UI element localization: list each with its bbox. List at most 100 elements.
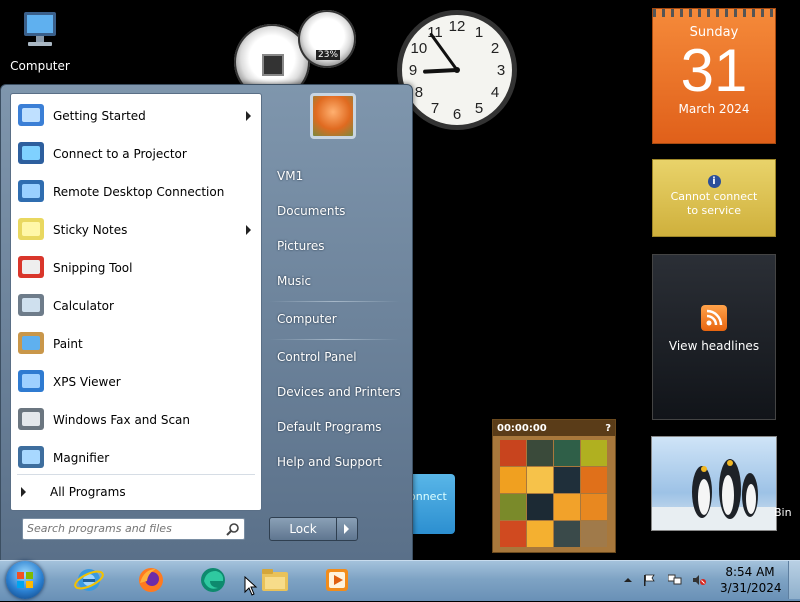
clock-numeral: 7 xyxy=(431,100,439,117)
start-link-separator xyxy=(269,339,399,340)
start-link-control-panel[interactable]: Control Panel xyxy=(277,350,357,364)
puzzle-tile[interactable] xyxy=(527,440,553,466)
weather-gadget[interactable]: i Cannot connect to service xyxy=(652,159,776,237)
all-programs-arrow-icon xyxy=(21,487,26,497)
puzzle-toolbar: 00:00:00 ? xyxy=(493,420,615,436)
taskbar-date: 3/31/2024 xyxy=(720,581,782,595)
start-link-devices-printers[interactable]: Devices and Printers xyxy=(277,385,401,399)
clock-gadget[interactable]: 1234567891011 12 xyxy=(395,8,519,132)
internet-explorer-icon[interactable] xyxy=(72,563,106,597)
paint-icon xyxy=(15,328,47,360)
lock-button[interactable]: Lock xyxy=(269,517,337,541)
snipping-tool-icon xyxy=(15,252,47,284)
program-item[interactable]: Snipping Tool xyxy=(11,250,261,286)
clock-numeral: 3 xyxy=(497,62,505,79)
puzzle-tile[interactable] xyxy=(554,494,580,520)
program-item-label: Remote Desktop Connection xyxy=(53,185,225,199)
search-input[interactable] xyxy=(23,519,221,537)
media-player-icon[interactable] xyxy=(320,563,354,597)
search-icon[interactable] xyxy=(226,522,240,536)
puzzle-tile[interactable] xyxy=(554,467,580,493)
submenu-arrow-icon[interactable] xyxy=(246,225,251,235)
program-item[interactable]: Connect to a Projector xyxy=(11,136,261,172)
taskbar-clock[interactable]: 8:54 AM 3/31/2024 xyxy=(720,565,782,595)
picture-puzzle-gadget[interactable]: 00:00:00 ? xyxy=(492,419,616,553)
puzzle-tile[interactable] xyxy=(500,467,526,493)
shutdown-options-button[interactable] xyxy=(336,517,358,541)
rss-icon xyxy=(701,305,727,331)
clock-numeral: 2 xyxy=(491,40,499,57)
puzzle-tile[interactable] xyxy=(554,440,580,466)
start-search-box[interactable] xyxy=(22,518,245,540)
start-link-documents[interactable]: Documents xyxy=(277,204,345,218)
program-item[interactable]: Remote Desktop Connection xyxy=(11,174,261,210)
show-hidden-icons-button[interactable] xyxy=(622,574,634,586)
all-programs-button[interactable]: All Programs xyxy=(15,483,255,503)
clock-numeral: 4 xyxy=(491,84,499,101)
puzzle-tile[interactable] xyxy=(581,494,607,520)
start-button[interactable] xyxy=(6,561,44,599)
program-item[interactable]: Windows Fax and Scan xyxy=(11,402,261,438)
puzzle-tile[interactable] xyxy=(500,521,526,547)
calendar-gadget[interactable]: Sunday 31 March 2024 xyxy=(652,8,776,144)
puzzle-tile[interactable] xyxy=(500,440,526,466)
program-item[interactable]: Calculator xyxy=(11,288,261,324)
volume-muted-icon[interactable] xyxy=(692,574,706,586)
puzzle-tile[interactable] xyxy=(500,494,526,520)
puzzle-tile[interactable] xyxy=(527,494,553,520)
windows-logo-icon xyxy=(17,572,33,588)
program-item[interactable]: XPS Viewer xyxy=(11,364,261,400)
all-programs-label: All Programs xyxy=(50,485,126,499)
program-item-label: Calculator xyxy=(53,299,114,313)
start-link-computer[interactable]: Computer xyxy=(277,312,337,326)
projector-icon xyxy=(15,138,47,170)
program-item-label: Connect to a Projector xyxy=(53,147,187,161)
clock-numeral: 6 xyxy=(453,106,461,123)
start-link-user[interactable]: VM1 xyxy=(277,169,303,183)
show-desktop-button[interactable] xyxy=(788,561,800,599)
program-item[interactable]: Getting Started xyxy=(11,98,261,134)
puzzle-tile[interactable] xyxy=(527,467,553,493)
puzzle-tile[interactable] xyxy=(581,440,607,466)
program-item-label: Snipping Tool xyxy=(53,261,133,275)
firefox-icon[interactable] xyxy=(134,563,168,597)
recycle-bin-label: Bin xyxy=(774,506,792,519)
start-link-help-support[interactable]: Help and Support xyxy=(277,455,382,469)
taskbar-time: 8:54 AM xyxy=(725,565,775,579)
connect-label: onnect xyxy=(409,490,447,503)
puzzle-tile[interactable] xyxy=(581,521,607,547)
clock-hour-hand xyxy=(423,68,459,74)
puzzle-tile[interactable] xyxy=(527,521,553,547)
calendar-month: March 2024 xyxy=(678,102,750,116)
network-icon[interactable] xyxy=(667,574,682,586)
puzzle-grid[interactable] xyxy=(500,440,608,547)
feed-message: View headlines xyxy=(668,339,760,353)
start-link-music[interactable]: Music xyxy=(277,274,311,288)
clock-numeral: 12 xyxy=(449,18,466,35)
programs-pane: Getting Started Connect to a Projector Rem… xyxy=(10,93,262,511)
chevron-right-icon xyxy=(344,524,349,534)
start-link-pictures[interactable]: Pictures xyxy=(277,239,325,253)
start-link-default-programs[interactable]: Default Programs xyxy=(277,420,382,434)
program-item[interactable]: Paint xyxy=(11,326,261,362)
calculator-icon xyxy=(15,290,47,322)
user-picture[interactable] xyxy=(310,93,356,139)
file-explorer-icon[interactable] xyxy=(258,563,292,597)
program-item[interactable]: Magnifier xyxy=(11,440,261,476)
puzzle-tile[interactable] xyxy=(581,467,607,493)
cpu-meter-gadget[interactable]: 23% xyxy=(234,10,358,100)
calendar-rings xyxy=(653,9,775,17)
puzzle-tile[interactable] xyxy=(554,521,580,547)
program-item-label: Magnifier xyxy=(53,451,110,465)
submenu-arrow-icon[interactable] xyxy=(246,111,251,121)
xps-viewer-icon xyxy=(15,366,47,398)
desktop-icon-computer[interactable]: Computer xyxy=(8,8,72,73)
puzzle-help-button[interactable]: ? xyxy=(605,423,611,434)
pane-separator xyxy=(17,474,255,475)
action-center-flag-icon[interactable] xyxy=(643,574,655,586)
slideshow-gadget[interactable] xyxy=(651,436,777,531)
feed-headlines-gadget[interactable]: View headlines xyxy=(652,254,776,420)
program-item-label: Paint xyxy=(53,337,83,351)
program-item[interactable]: Sticky Notes xyxy=(11,212,261,248)
edge-icon[interactable] xyxy=(196,563,230,597)
